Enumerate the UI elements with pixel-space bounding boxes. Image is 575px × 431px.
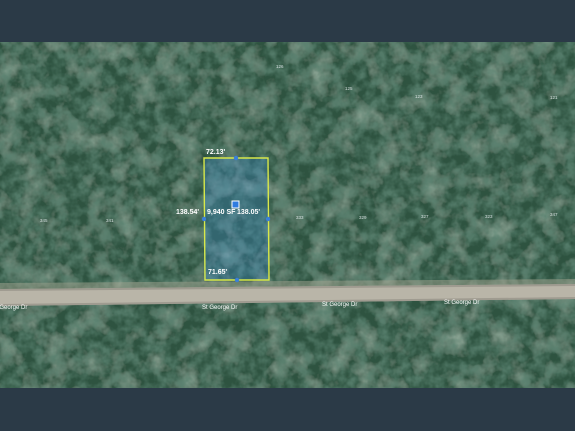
lot-number-label: 126	[276, 64, 284, 69]
lot-number-label: 345	[40, 218, 48, 223]
lot-number-label: 333	[296, 215, 304, 220]
dimension-right: 138.05'	[237, 209, 260, 216]
edge-handle-top[interactable]	[233, 155, 239, 161]
lot-number-label: 347	[550, 212, 558, 217]
parcel-center-marker[interactable]	[231, 200, 240, 209]
dimension-left: 138.54'	[176, 209, 199, 216]
lot-number-label: 327	[421, 214, 429, 219]
edge-handle-left[interactable]	[201, 216, 207, 222]
lot-number-label: 125	[345, 86, 353, 91]
road-name-label: St George Dr	[444, 300, 479, 306]
satellite-map[interactable]: St George Dr St George Dr St George Dr S…	[0, 42, 575, 388]
lot-number-label: 121	[550, 95, 558, 100]
area-label: 9,940 SF	[207, 209, 236, 216]
lot-number-label: 329	[359, 215, 367, 220]
dimension-bottom: 71.65'	[208, 269, 228, 276]
lot-number-label: 123	[415, 94, 423, 99]
lot-number-label: 323	[485, 214, 493, 219]
lot-number-label: 341	[106, 218, 114, 223]
road-name-label: St George Dr	[322, 302, 357, 308]
road-name-label: St George Dr	[202, 305, 237, 311]
edge-handle-bottom[interactable]	[234, 277, 240, 283]
edge-handle-right[interactable]	[265, 216, 271, 222]
parcel-fill[interactable]	[204, 158, 268, 280]
road-name-label: St George Dr	[0, 305, 27, 311]
dimension-top: 72.13'	[206, 149, 226, 156]
map-viewer: St George Dr St George Dr St George Dr S…	[0, 0, 575, 431]
